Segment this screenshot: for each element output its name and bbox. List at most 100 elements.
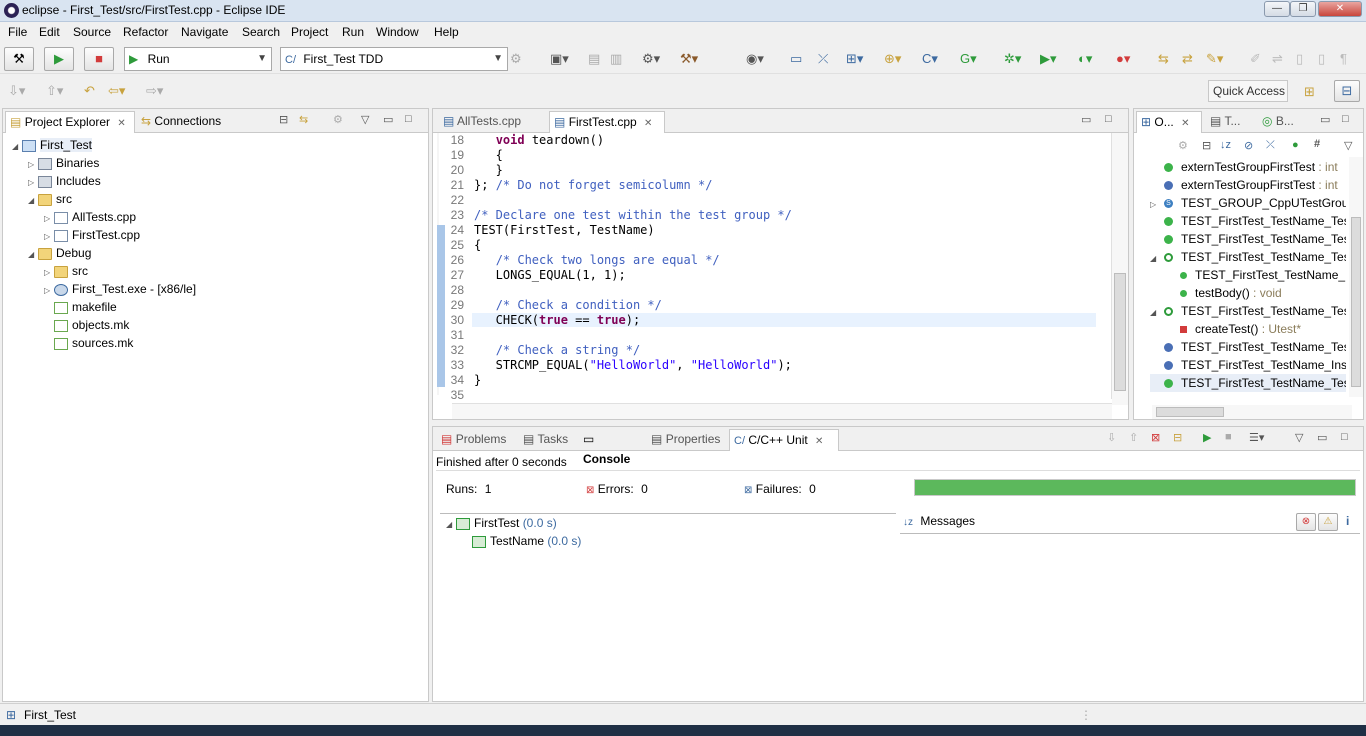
code-line[interactable]: }	[474, 373, 481, 387]
annotation-icon[interactable]: ⇌	[1272, 51, 1283, 67]
maximize-view-icon[interactable]: □	[1341, 431, 1348, 443]
menu-source[interactable]: Source	[73, 25, 111, 39]
close-icon[interactable]: ✕	[815, 436, 823, 447]
last-edit-icon[interactable]: ↶	[84, 83, 95, 99]
sort-icon[interactable]: ↓z	[1220, 139, 1231, 151]
tab-outline[interactable]: ⊞ O... ✕	[1136, 111, 1202, 133]
outline-item[interactable]: ▷ S TEST_GROUP_CppUTestGroup	[1150, 194, 1346, 212]
forward-icon[interactable]: ⇨▾	[146, 83, 163, 99]
code-line[interactable]: void teardown()	[474, 133, 604, 147]
cpp-perspective-icon[interactable]: ⊟	[1334, 80, 1360, 102]
outline-item[interactable]: ◢ TEST_FirstTest_TestName_Tes	[1150, 248, 1346, 266]
minimize-button[interactable]: —	[1264, 1, 1290, 17]
tab-project-explorer[interactable]: ▤ Project Explorer ✕	[5, 111, 135, 133]
minimize-view-icon[interactable]: ▭	[1320, 113, 1330, 126]
new-folder-icon[interactable]: ⊕▾	[884, 51, 901, 67]
tree-item-debug[interactable]: ◢ Debug	[28, 244, 91, 262]
search-icon[interactable]: ✎▾	[1206, 51, 1223, 67]
debug-icon[interactable]: ✲▾	[1004, 51, 1021, 67]
hide-members-icon[interactable]: ●	[1292, 139, 1299, 151]
outline-item[interactable]: TEST_FirstTest_TestName_Tes	[1150, 212, 1346, 230]
debug-launch-icon[interactable]: ◉▾	[746, 51, 764, 67]
tree-item-makefile[interactable]: makefile	[44, 298, 117, 316]
tab-alltests[interactable]: ▤ AllTests.cpp	[439, 111, 547, 133]
run-icon[interactable]: ▶▾	[1040, 51, 1057, 67]
next-annotation-icon[interactable]: ⇩▾	[8, 83, 25, 99]
tab-tasks[interactable]: ▤ T...	[1206, 111, 1246, 133]
hide-non-public-icon[interactable]: ⤫	[1266, 139, 1275, 152]
new-icon[interactable]: ▣▾	[550, 51, 569, 67]
outline-item[interactable]: externTestGroupFirstTest : int	[1150, 158, 1346, 176]
new-class-icon[interactable]: C▾	[922, 51, 938, 67]
open-resource-icon[interactable]: ⇄	[1182, 51, 1193, 67]
outline-item[interactable]: ◢ TEST_FirstTest_TestName_Tes	[1150, 302, 1346, 320]
external-tools-icon[interactable]: ●▾	[1116, 51, 1130, 67]
build-config-icon[interactable]: ⚙▾	[642, 51, 660, 67]
maximize-view-icon[interactable]: □	[1105, 113, 1112, 125]
code-line[interactable]: STRCMP_EQUAL("HelloWorld", "HelloWorld")…	[474, 358, 792, 372]
coverage-icon[interactable]: ◐▾	[1078, 51, 1092, 67]
menu-search[interactable]: Search	[242, 25, 280, 39]
block-selection-icon[interactable]: ▯	[1296, 51, 1303, 67]
code-line[interactable]: }; /* Do not forget semicolumn */	[474, 178, 712, 192]
collapse-all-icon[interactable]: ⊟	[1202, 139, 1211, 152]
show-info-icon[interactable]: i	[1346, 514, 1349, 528]
launch-config-select[interactable]: C/ First_Test TDD ▼	[280, 47, 508, 71]
skip-breakpoints-icon[interactable]: ⤫	[818, 51, 828, 67]
outline-item[interactable]: TEST_FirstTest_TestName_	[1166, 266, 1346, 284]
minimize-view-icon[interactable]: ▭	[383, 113, 393, 126]
close-icon[interactable]: ✕	[644, 118, 652, 129]
save-icon[interactable]: ▤	[588, 51, 600, 67]
code-line[interactable]: LONGS_EQUAL(1, 1);	[474, 268, 626, 282]
pilcrow-icon[interactable]: ¶	[1340, 51, 1347, 66]
code-line[interactable]: /* Check a string */	[474, 343, 641, 357]
view-menu-icon[interactable]: ▽	[1344, 139, 1352, 152]
tab-firsttest[interactable]: ▤ FirstTest.cpp ✕	[549, 111, 665, 133]
code-line[interactable]: /* Declare one test within the test grou…	[474, 208, 792, 222]
new-project-icon[interactable]: ⊞▾	[846, 51, 863, 67]
stop-icon[interactable]: ■	[84, 47, 114, 71]
filter-icon[interactable]: ⚙	[333, 113, 343, 126]
open-perspective-icon[interactable]: ⊞	[1304, 84, 1315, 100]
tab-properties[interactable]: ▤ Properties	[647, 429, 727, 451]
maximize-view-icon[interactable]: □	[1342, 113, 1349, 125]
menu-edit[interactable]: Edit	[39, 25, 60, 39]
code-line[interactable]: CHECK(true == true);	[474, 313, 641, 327]
rerun-icon[interactable]: ▶	[1203, 431, 1211, 444]
tree-item-alltests[interactable]: ▷ AllTests.cpp	[44, 208, 136, 226]
previous-failure-icon[interactable]: ⇧	[1129, 431, 1138, 444]
save-all-icon[interactable]: ▥	[610, 51, 622, 67]
outline-item[interactable]: testBody() : void	[1166, 284, 1346, 302]
close-icon[interactable]: ✕	[1181, 118, 1189, 129]
menu-help[interactable]: Help	[434, 25, 459, 39]
tree-item-includes[interactable]: ▷ Includes	[28, 172, 101, 190]
tab-build[interactable]: ◎ B...	[1258, 111, 1298, 133]
test-suite-row[interactable]: ◢ FirstTest (0.0 s)	[446, 514, 557, 532]
hide-fields-icon[interactable]: ⚙	[1178, 139, 1188, 152]
menu-window[interactable]: Window	[376, 25, 419, 39]
test-case-row[interactable]: TestName (0.0 s)	[472, 532, 581, 550]
outline-item[interactable]: TEST_FirstTest_TestName_Tes	[1150, 338, 1346, 356]
link-editor-icon[interactable]: ⇆	[299, 113, 308, 126]
code-line[interactable]: }	[474, 163, 503, 177]
view-menu-icon[interactable]: ▽	[1295, 431, 1303, 444]
menu-project[interactable]: Project	[291, 25, 328, 39]
maximize-button[interactable]: ❐	[1290, 1, 1316, 17]
minimize-view-icon[interactable]: ▭	[1081, 113, 1091, 126]
view-menu-icon[interactable]: ▽	[361, 113, 369, 126]
vertical-scrollbar[interactable]	[1112, 133, 1128, 405]
outline-item[interactable]: TEST_FirstTest_TestName_Tes	[1150, 230, 1346, 248]
tab-cpp-unit[interactable]: C/ C/C++ Unit ✕	[729, 429, 839, 451]
edit-icon[interactable]: ✐	[1250, 51, 1261, 67]
horizontal-scrollbar[interactable]	[452, 403, 1112, 419]
close-icon[interactable]: ✕	[117, 118, 125, 129]
tab-tasks[interactable]: ▤ Tasks	[519, 429, 577, 451]
scroll-lock-icon[interactable]: ⊟	[1173, 431, 1182, 444]
menu-run[interactable]: Run	[342, 25, 364, 39]
menu-navigate[interactable]: Navigate	[181, 25, 228, 39]
build-icon[interactable]: ⚒▾	[680, 51, 698, 67]
gear-icon[interactable]: ⚙	[510, 51, 522, 67]
close-button[interactable]: ✕	[1318, 1, 1362, 17]
tree-item-src[interactable]: ◢ src	[28, 190, 72, 208]
group-includes-icon[interactable]: #	[1314, 138, 1320, 150]
